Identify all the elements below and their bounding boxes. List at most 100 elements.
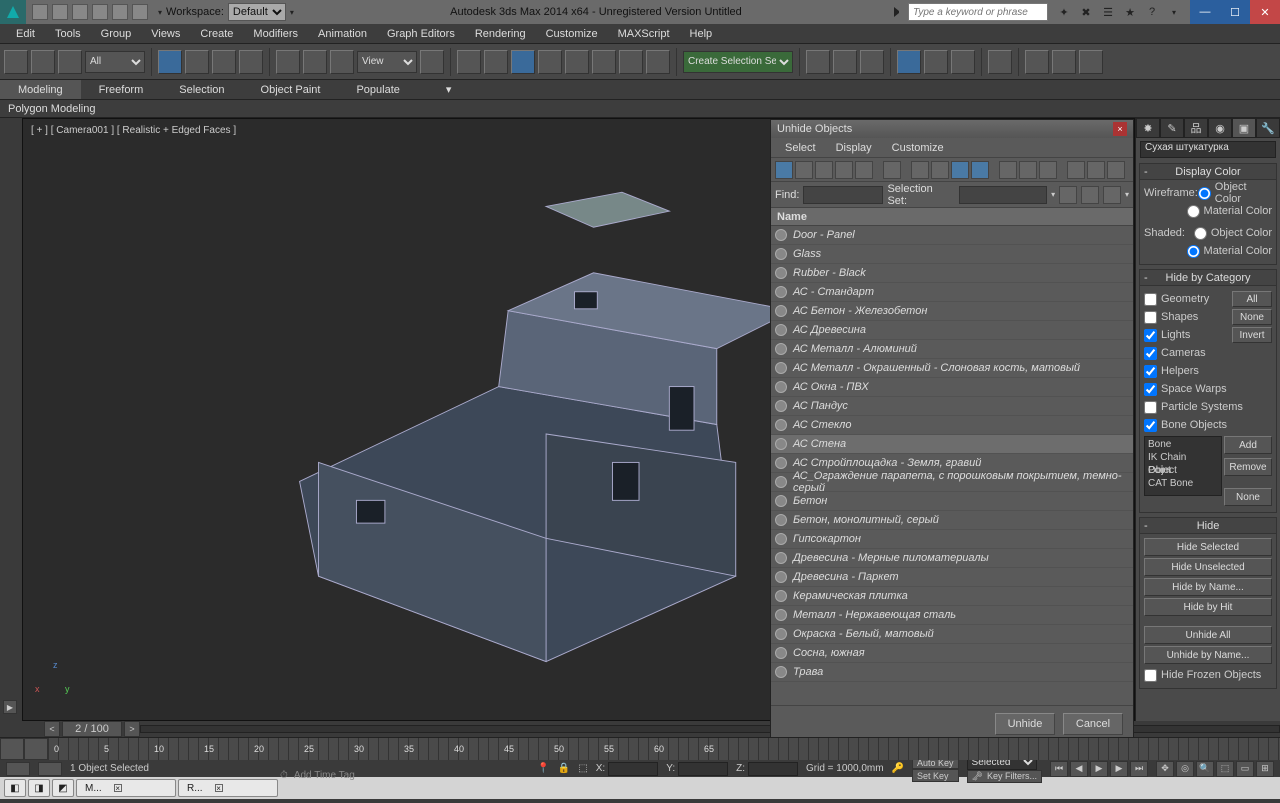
goto-start-icon[interactable]: ⏮: [1050, 761, 1068, 777]
selset-load-icon[interactable]: [1081, 186, 1099, 204]
qat-redo-icon[interactable]: [112, 4, 128, 20]
snap-icon[interactable]: [511, 50, 535, 74]
taskbar-item[interactable]: R...×: [178, 779, 278, 797]
none2-button[interactable]: None: [1224, 488, 1272, 506]
edged-snap2-icon[interactable]: [646, 50, 670, 74]
script-listener-icon[interactable]: [6, 762, 30, 776]
list-list-icon[interactable]: [1019, 161, 1037, 179]
display-bones-icon[interactable]: [971, 161, 989, 179]
list-item[interactable]: Древесина - Паркет: [771, 568, 1133, 587]
select-rect-icon[interactable]: [212, 50, 236, 74]
hide-selected-button[interactable]: Hide Selected: [1144, 538, 1272, 556]
wireframe-object-radio[interactable]: [1198, 187, 1211, 200]
bone-list-item[interactable]: Bone: [1146, 438, 1220, 451]
key-mode-icon[interactable]: 🔑: [892, 763, 904, 774]
menu-customize[interactable]: Customize: [536, 24, 608, 43]
selset-save-icon[interactable]: [1059, 186, 1077, 204]
display-geom-icon[interactable]: [795, 161, 813, 179]
timeline-ruler[interactable]: 05101520253035404550556065: [0, 737, 1280, 760]
list-item[interactable]: АС Металл - Алюминий: [771, 340, 1133, 359]
list-item[interactable]: АС Окна - ПВХ: [771, 378, 1133, 397]
bone-list-item[interactable]: IK Chain Object: [1146, 451, 1220, 464]
create-tab-icon[interactable]: ✸: [1136, 118, 1160, 138]
lock-icon[interactable]: [1107, 161, 1125, 179]
display-all-icon[interactable]: [775, 161, 793, 179]
list-item[interactable]: АС Древесина: [771, 321, 1133, 340]
qat-open-icon[interactable]: [52, 4, 68, 20]
display-groups-icon[interactable]: [931, 161, 949, 179]
viewport[interactable]: [ + ] [ Camera001 ] [ Realistic + Edged …: [22, 118, 1135, 721]
zoom-icon[interactable]: 🔍: [1196, 761, 1214, 777]
angle-snap-icon[interactable]: [538, 50, 562, 74]
display-space-icon[interactable]: [911, 161, 929, 179]
utilities-tab-icon[interactable]: 🔧: [1256, 118, 1280, 138]
hide-lights-checkbox[interactable]: [1144, 329, 1157, 342]
dialog-menu-customize[interactable]: Customize: [882, 138, 954, 157]
hide-by-name-button[interactable]: Hide by Name...: [1144, 578, 1272, 596]
hide-particle-systems-checkbox[interactable]: [1144, 401, 1157, 414]
hierarchy-tab-icon[interactable]: 品: [1184, 118, 1208, 138]
qat-new-icon[interactable]: [32, 4, 48, 20]
display-shapes-icon[interactable]: [815, 161, 833, 179]
favorite-icon[interactable]: ★: [1122, 4, 1138, 20]
viewport-play-icon[interactable]: ▶: [3, 700, 17, 714]
trackbar-menu-icon[interactable]: [0, 738, 24, 760]
list-item[interactable]: Трава: [771, 663, 1133, 682]
list-item[interactable]: АС_Ограждение парапета, с порошковым пок…: [771, 473, 1133, 492]
named-selection-select[interactable]: Create Selection Se: [683, 51, 793, 73]
list-item[interactable]: Гипсокартон: [771, 530, 1133, 549]
unhide-all-button[interactable]: Unhide All: [1144, 626, 1272, 644]
display-helpers-icon[interactable]: [883, 161, 901, 179]
list-item[interactable]: Металл - Нержавеющая сталь: [771, 606, 1133, 625]
minimize-button[interactable]: —: [1190, 0, 1220, 24]
display-color-header[interactable]: Display Color: [1140, 164, 1276, 180]
play-icon[interactable]: ▶: [1090, 761, 1108, 777]
ribbon-tab-populate[interactable]: Populate: [338, 80, 417, 99]
ribbon-collapse-icon[interactable]: ▾: [428, 80, 464, 99]
edged-snap-icon[interactable]: [619, 50, 643, 74]
list-details-icon[interactable]: [999, 161, 1017, 179]
list-large-icon[interactable]: [1039, 161, 1057, 179]
bone-list-item[interactable]: Point: [1146, 464, 1220, 477]
menu-animation[interactable]: Animation: [308, 24, 377, 43]
goto-end-icon[interactable]: ⏭: [1130, 761, 1148, 777]
layers-icon[interactable]: [860, 50, 884, 74]
scene-explorer-icon[interactable]: [897, 50, 921, 74]
menu-modifiers[interactable]: Modifiers: [243, 24, 308, 43]
display-cameras-icon[interactable]: [855, 161, 873, 179]
y-input[interactable]: [678, 762, 728, 776]
menu-tools[interactable]: Tools: [45, 24, 91, 43]
coord-select[interactable]: View: [357, 51, 417, 73]
taskbar-button[interactable]: ◧: [4, 779, 26, 797]
render-icon[interactable]: [1079, 50, 1103, 74]
display-lights-icon[interactable]: [835, 161, 853, 179]
hide-frozen-checkbox[interactable]: [1144, 669, 1157, 682]
taskbar-button[interactable]: ◩: [52, 779, 74, 797]
schematic-icon[interactable]: [951, 50, 975, 74]
scale-icon[interactable]: [330, 50, 354, 74]
help-dropdown-icon[interactable]: ▾: [1166, 4, 1182, 20]
keyboard-icon[interactable]: [484, 50, 508, 74]
find-input[interactable]: [803, 186, 883, 204]
ribbon-tab-object-paint[interactable]: Object Paint: [243, 80, 339, 99]
all-button[interactable]: All: [1232, 291, 1272, 307]
selection-lock-icon[interactable]: ⬚: [578, 763, 587, 774]
max-toggle-icon[interactable]: ⊞: [1256, 761, 1274, 777]
list-item[interactable]: АС Металл - Окрашенный - Слоновая кость,…: [771, 359, 1133, 378]
selection-set-input[interactable]: [959, 186, 1047, 204]
hide-shapes-checkbox[interactable]: [1144, 311, 1157, 324]
exchange-icon[interactable]: ✖: [1078, 4, 1094, 20]
app-logo-icon[interactable]: [0, 0, 26, 24]
hide-cameras-checkbox[interactable]: [1144, 347, 1157, 360]
align-icon[interactable]: [833, 50, 857, 74]
taskbar-close-icon[interactable]: ×: [215, 784, 223, 792]
list-item[interactable]: АС Бетон - Железобетон: [771, 302, 1133, 321]
qat-save-icon[interactable]: [72, 4, 88, 20]
menu-views[interactable]: Views: [141, 24, 190, 43]
list-item[interactable]: АС Стекло: [771, 416, 1133, 435]
list-item[interactable]: Door - Panel: [771, 226, 1133, 245]
add-time-tag[interactable]: Add Time Tag: [294, 770, 355, 781]
ribbon-tab-freeform[interactable]: Freeform: [81, 80, 162, 99]
hide-space-warps-checkbox[interactable]: [1144, 383, 1157, 396]
next-frame-icon[interactable]: ▶: [1110, 761, 1128, 777]
